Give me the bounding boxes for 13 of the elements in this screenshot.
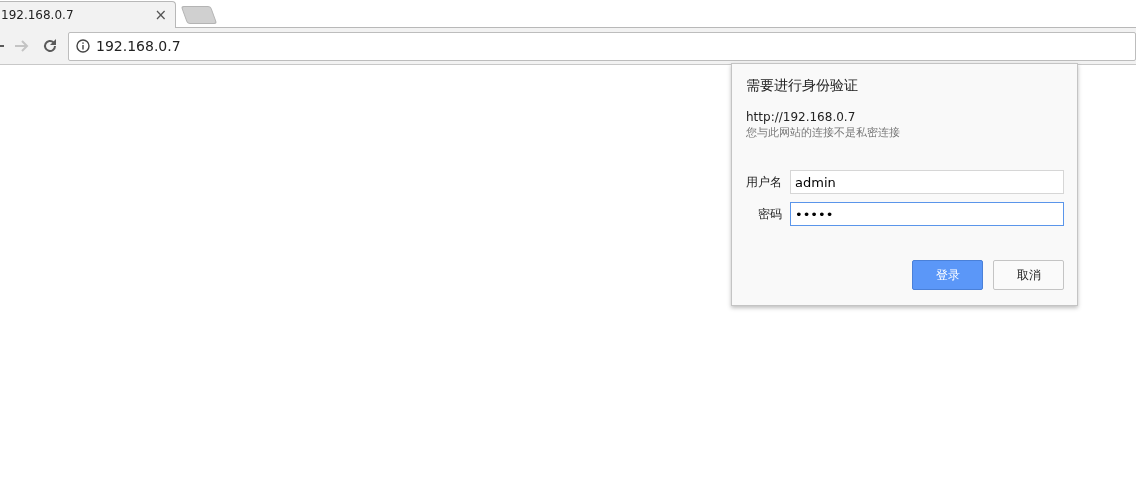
dialog-title: 需要进行身份验证 <box>746 77 859 95</box>
info-icon[interactable] <box>76 39 90 53</box>
field-label: 用户名 <box>746 173 782 191</box>
origin-url: http://192.168.0.7 <box>746 110 857 124</box>
warning-text: 您与此网站的连接不是私密连接 <box>746 125 901 140</box>
close-icon[interactable]: × <box>154 6 167 24</box>
cancel-button[interactable]: 取消 <box>993 260 1064 290</box>
address-bar[interactable]: 192.168.0.7 <box>68 31 1136 61</box>
reload-icon[interactable] <box>42 38 58 54</box>
input-field[interactable]: ••••• <box>790 202 1064 226</box>
browser-tab[interactable]: 192.168.0.7 × <box>0 1 176 28</box>
input-field[interactable]: admin <box>790 170 1064 194</box>
field-label: 密码 <box>757 205 782 223</box>
